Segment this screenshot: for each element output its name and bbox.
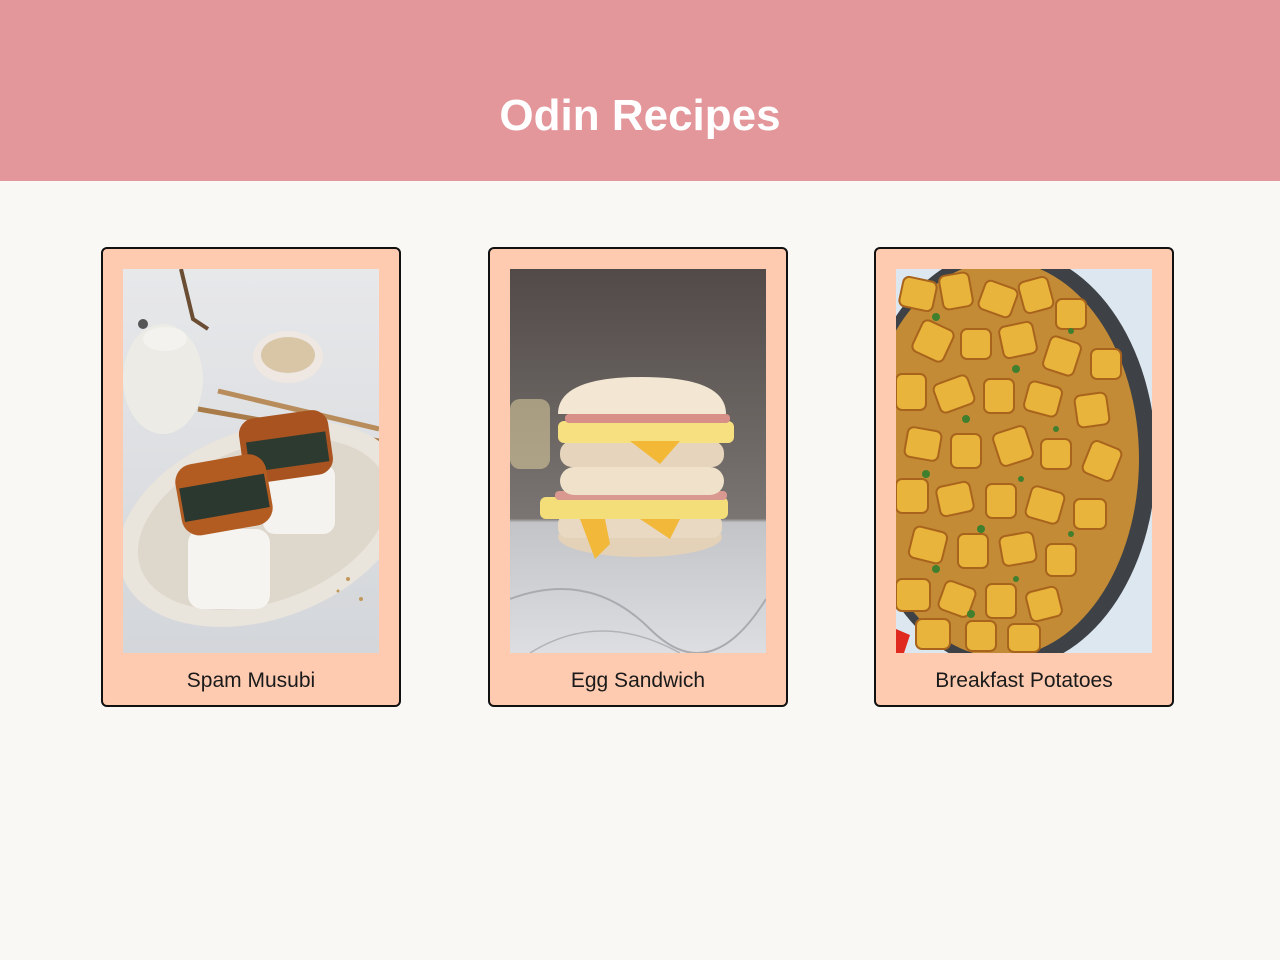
page-title: Odin Recipes	[499, 90, 781, 140]
recipe-label[interactable]: Spam Musubi	[103, 669, 399, 693]
recipe-card-egg-sandwich[interactable]: Egg Sandwich	[488, 247, 788, 707]
recipe-label[interactable]: Egg Sandwich	[490, 669, 786, 693]
recipe-card-breakfast-potatoes[interactable]: Breakfast Potatoes	[874, 247, 1174, 707]
page-header: Odin Recipes	[0, 0, 1280, 181]
recipe-list: Spam Musubi Egg Sandwich Breakfast Potat…	[0, 181, 1280, 960]
breakfast-potatoes-image[interactable]	[896, 269, 1152, 653]
recipe-label[interactable]: Breakfast Potatoes	[876, 669, 1172, 693]
egg-sandwich-image[interactable]	[510, 269, 766, 653]
recipe-card-spam-musubi[interactable]: Spam Musubi	[101, 247, 401, 707]
spam-musubi-image[interactable]	[123, 269, 379, 653]
